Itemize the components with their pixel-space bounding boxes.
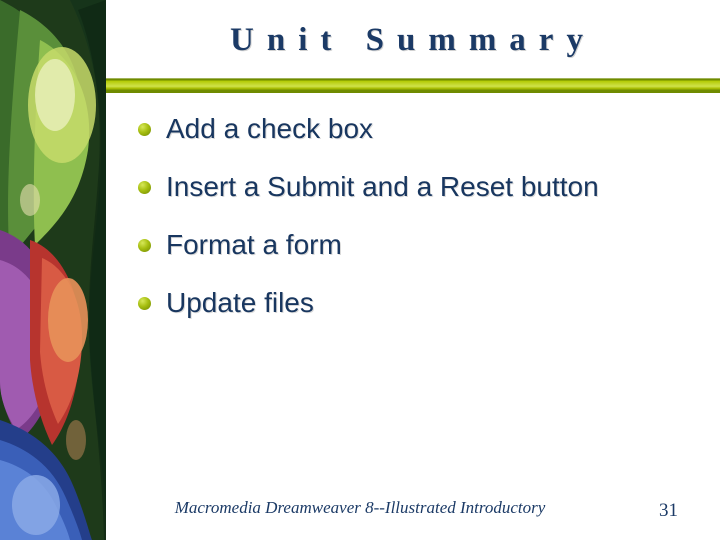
list-item: Insert a Submit and a Reset button <box>134 170 694 204</box>
footer-text: Macromedia Dreamweaver 8--Illustrated In… <box>0 498 720 518</box>
bullet-icon <box>138 297 151 310</box>
page-number: 31 <box>659 500 678 522</box>
bullet-icon <box>138 239 151 252</box>
bullet-text: Format a form <box>166 229 342 260</box>
sidebar-decorative-art <box>0 0 106 540</box>
bullet-list: Add a check box Insert a Submit and a Re… <box>134 112 694 321</box>
slide: Unit Summary Add a check box Insert a Su… <box>0 0 720 540</box>
bullet-text: Insert a Submit and a Reset button <box>166 171 599 202</box>
slide-title: Unit Summary <box>230 22 596 59</box>
title-area: Unit Summary <box>106 0 720 80</box>
bullet-icon <box>138 123 151 136</box>
bullet-icon <box>138 181 151 194</box>
footer: Macromedia Dreamweaver 8--Illustrated In… <box>0 498 720 522</box>
bullet-text: Update files <box>166 287 314 318</box>
bullet-text: Add a check box <box>166 113 373 144</box>
accent-bar <box>106 78 720 93</box>
list-item: Format a form <box>134 228 694 262</box>
list-item: Add a check box <box>134 112 694 146</box>
list-item: Update files <box>134 286 694 320</box>
content-area: Add a check box Insert a Submit and a Re… <box>134 112 694 345</box>
